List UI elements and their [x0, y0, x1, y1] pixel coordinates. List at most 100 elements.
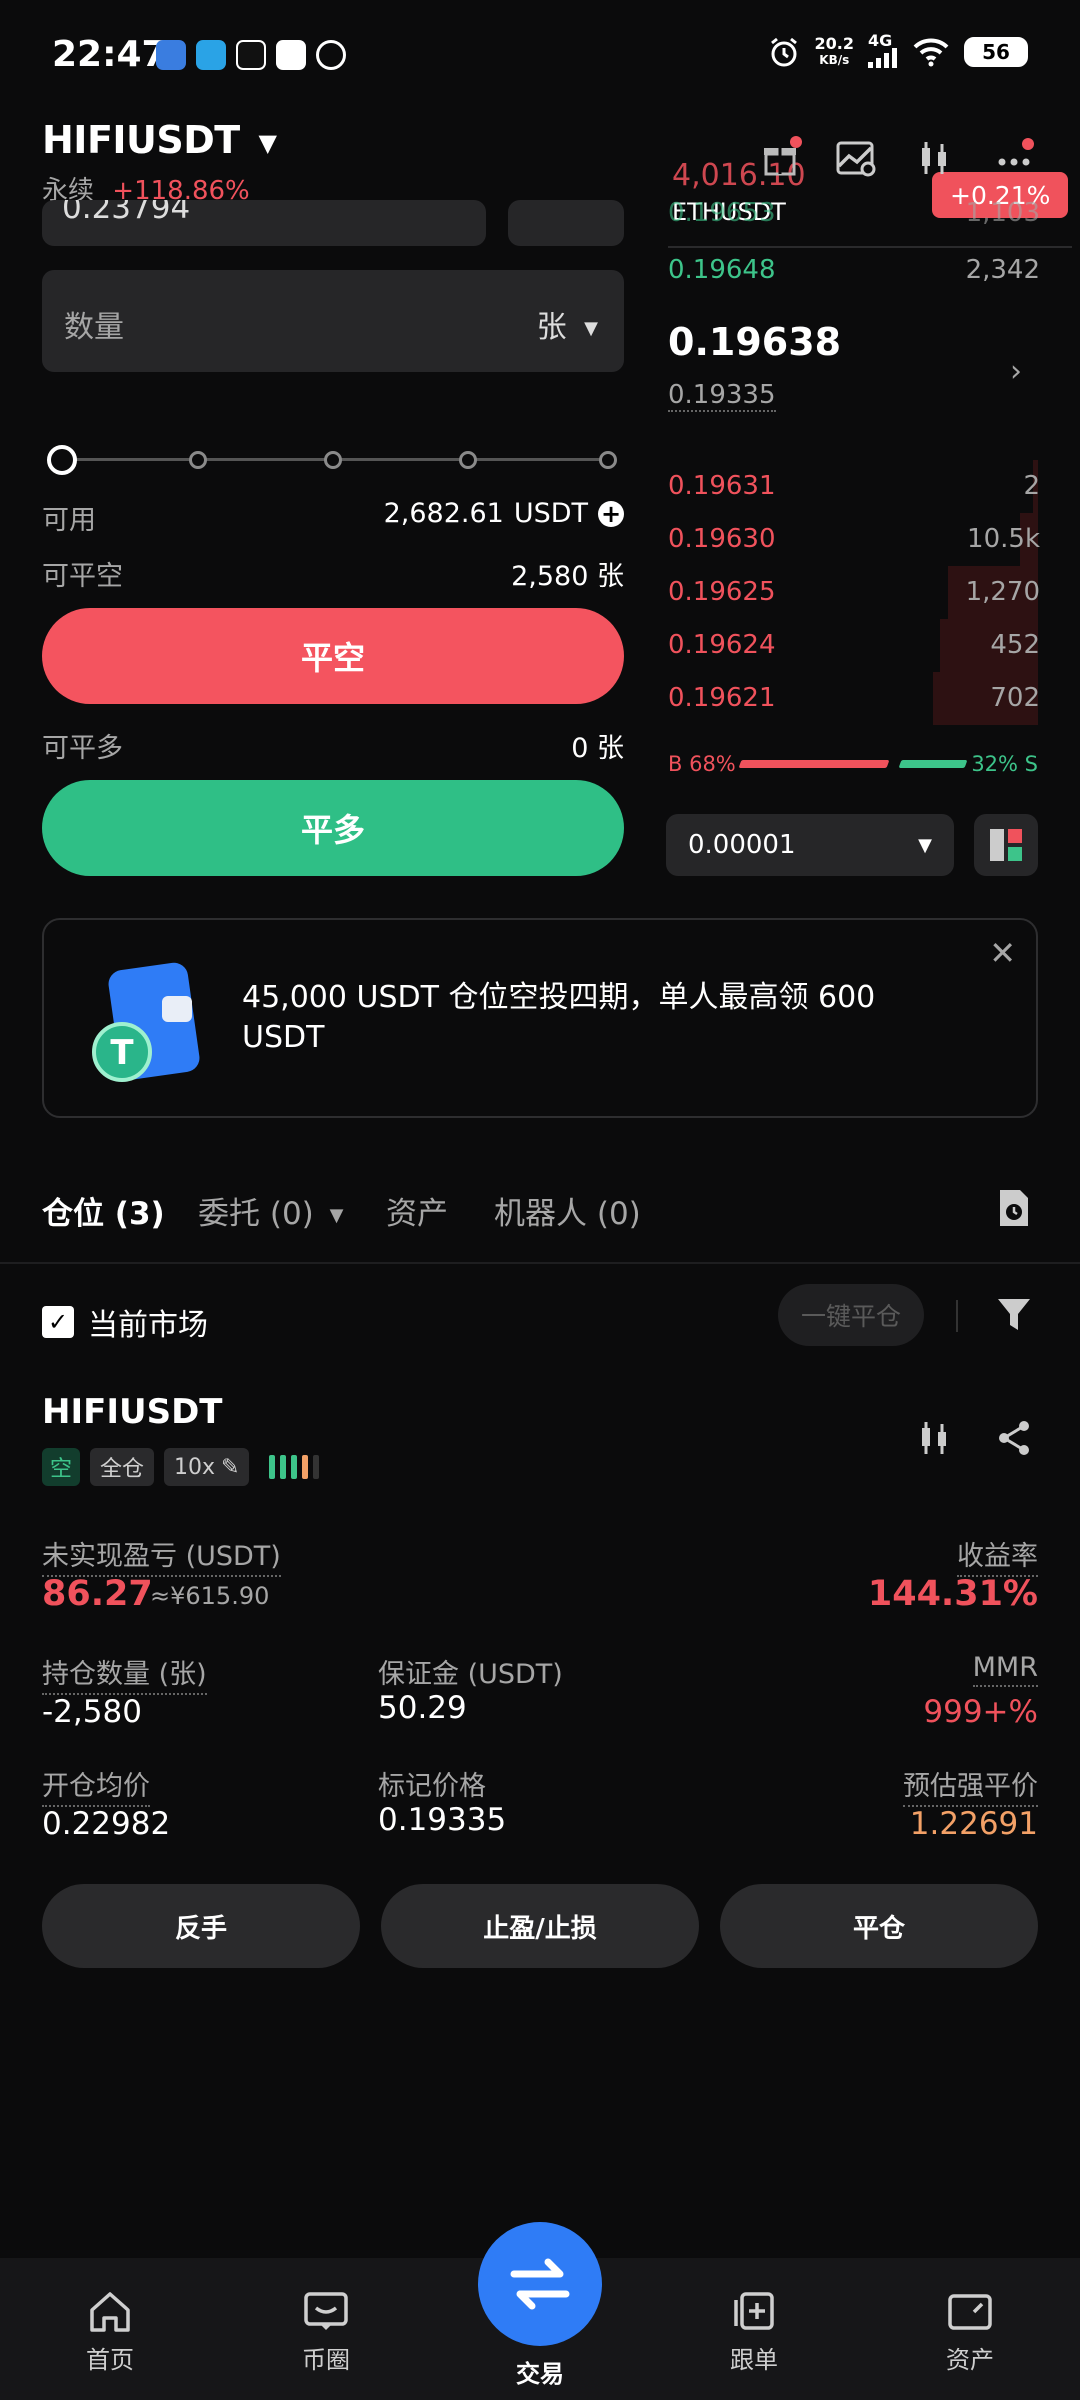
alipay-icon: [276, 40, 306, 70]
roe-label: 收益率: [957, 1534, 1038, 1577]
ob-price: 0.19621: [668, 683, 776, 713]
tab-orders[interactable]: 委托 (0) ▼: [198, 1188, 343, 1233]
slider-stop[interactable]: [189, 451, 207, 469]
slider-stop[interactable]: [459, 451, 477, 469]
precision-selector[interactable]: 0.00001 ▼: [666, 814, 954, 876]
net-speed: 20.2 KB/s: [814, 34, 854, 68]
ob-qty: 1,270: [965, 577, 1040, 607]
chevron-right-icon[interactable]: ›: [1010, 354, 1022, 389]
quantity-placeholder: 数量: [64, 310, 124, 345]
tab-positions[interactable]: 仓位 (3): [42, 1188, 165, 1233]
roe-value: 144.31%: [867, 1574, 1038, 1614]
ob-qty: 10.5k: [967, 524, 1040, 554]
orderbook-row[interactable]: 0.19621 702: [668, 678, 1040, 718]
checkbox-checked-icon[interactable]: ✓: [42, 1306, 74, 1338]
close-icon[interactable]: ✕: [989, 934, 1016, 972]
nav-assets[interactable]: 资产: [910, 2290, 1030, 2375]
size-value: -2,580: [42, 1694, 142, 1730]
quantity-input[interactable]: 数量 张 ▼: [42, 270, 624, 372]
pnl-value: 86.27: [42, 1574, 153, 1614]
nav-circle[interactable]: 币圈: [266, 2290, 386, 2375]
tab-assets[interactable]: 资产: [386, 1188, 448, 1233]
price-input[interactable]: 0.23794: [42, 200, 486, 246]
share-icon[interactable]: [994, 1418, 1034, 1462]
slider-handle[interactable]: [47, 445, 77, 475]
tab-bots[interactable]: 机器人 (0): [494, 1188, 641, 1233]
nav-copy[interactable]: 跟单: [694, 2290, 814, 2375]
signal: 4G: [868, 33, 898, 70]
battery-indicator: 56: [964, 37, 1028, 67]
mark-label: 标记价格: [378, 1771, 486, 1802]
close-short-avail-value: 2,580 张: [511, 561, 624, 592]
signal-icon: [868, 48, 897, 68]
reverse-button[interactable]: 反手: [42, 1884, 360, 1968]
gift-icon[interactable]: [756, 134, 804, 182]
leverage-value: 10x: [174, 1454, 216, 1480]
last-price[interactable]: 0.19638: [668, 320, 841, 364]
ob-qty: 2,342: [965, 255, 1040, 285]
margin-value[interactable]: 50.29: [378, 1690, 467, 1726]
orderbook-row[interactable]: 0.19624 452: [668, 625, 1040, 665]
candlestick-icon[interactable]: [914, 1418, 954, 1462]
price-type-selector[interactable]: [508, 200, 624, 246]
tpsl-button[interactable]: 止盈/止损: [381, 1884, 699, 1968]
banner-text: 45,000 USDT 仓位空投四期，单人最高领 600 USDT: [242, 980, 876, 1055]
price-value: 0.23794: [62, 200, 191, 226]
close-short-button[interactable]: 平空: [42, 608, 624, 704]
divider: [956, 1300, 958, 1332]
promo-banner[interactable]: T 45,000 USDT 仓位空投四期，单人最高领 600 USDT ✕: [42, 918, 1038, 1118]
orderbook-layout-icon[interactable]: [974, 814, 1038, 876]
margin-label: 保证金 (USDT): [378, 1659, 563, 1690]
nav-circle-label: 币圈: [302, 2346, 350, 2374]
mmr-label: MMR: [972, 1652, 1038, 1687]
slider-stop[interactable]: [599, 451, 617, 469]
nav-home[interactable]: 首页: [50, 2290, 170, 2375]
close-long-button[interactable]: 平多: [42, 780, 624, 876]
tab-orders-label: 委托 (0): [198, 1196, 314, 1232]
orderbook-row[interactable]: 0.19648 2,342: [668, 250, 1040, 290]
status-bar: 22:47 20.2 KB/s 4G 56: [0, 0, 1080, 115]
close-long-avail-label: 可平多: [42, 733, 123, 764]
nav-trade-label[interactable]: 交易: [480, 2354, 600, 2389]
quantity-unit-selector[interactable]: 张 ▼: [537, 302, 598, 346]
ob-qty: 452: [990, 630, 1040, 660]
adl-indicator: [269, 1455, 320, 1479]
slider-stop[interactable]: [324, 451, 342, 469]
orderbook-row[interactable]: 0.19653 1,103: [668, 200, 1040, 226]
filter-icon[interactable]: [996, 1296, 1032, 1338]
current-market-filter[interactable]: ✓ 当前市场: [42, 1300, 208, 1344]
ob-price: 0.19631: [668, 471, 776, 501]
position-symbol[interactable]: HIFIUSDT: [42, 1392, 223, 1432]
plus-circle-icon[interactable]: +: [598, 500, 624, 527]
more-icon[interactable]: [990, 134, 1038, 182]
ob-price: 0.19630: [668, 524, 776, 554]
copy-trade-icon: [734, 2292, 774, 2330]
quantity-unit: 张: [536, 310, 567, 345]
orderbook-row[interactable]: 0.19625 1,270: [668, 572, 1040, 612]
orderbook-row[interactable]: 0.19630 10.5k: [668, 519, 1040, 559]
status-time: 22:47: [52, 34, 167, 75]
wallet-icon: [948, 2294, 992, 2330]
chat-icon: [304, 2292, 348, 2330]
close-position-button[interactable]: 平仓: [720, 1884, 1038, 1968]
pair-name: HIFIUSDT: [42, 118, 240, 162]
ob-price: 0.19648: [668, 255, 776, 285]
caret-down-icon: ▼: [584, 318, 598, 339]
entry-value: 0.22982: [42, 1806, 171, 1842]
candlestick-icon[interactable]: [910, 134, 958, 182]
chart-settings-icon[interactable]: [832, 134, 880, 182]
pair-selector[interactable]: HIFIUSDT ▼: [42, 118, 277, 162]
leverage-tag[interactable]: 10x ✎: [164, 1448, 250, 1486]
margin-mode-tag: 全仓: [90, 1448, 155, 1486]
nav-home-label: 首页: [86, 2346, 134, 2374]
size-label: 持仓数量 (张): [42, 1652, 207, 1695]
sell-ratio-label: 32% S: [971, 752, 1038, 776]
history-icon[interactable]: [996, 1188, 1032, 1232]
wifi-icon: [913, 38, 949, 67]
available-label: 可用: [42, 505, 96, 536]
trade-button[interactable]: [478, 2222, 602, 2346]
close-all-button[interactable]: 一键平仓: [778, 1284, 924, 1346]
pnl-label: 未实现盈亏 (USDT): [42, 1534, 281, 1577]
orderbook-row[interactable]: 0.19631 2: [668, 466, 1040, 506]
alarm-icon: [770, 37, 797, 67]
